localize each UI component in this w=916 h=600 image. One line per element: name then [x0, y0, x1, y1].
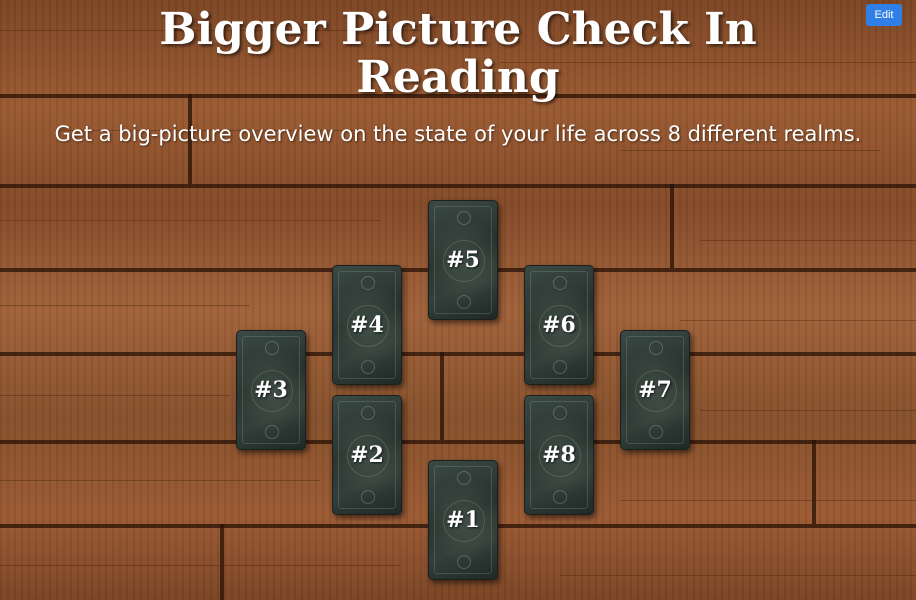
- card-label: #6: [542, 312, 576, 338]
- card-ornament-icon: [457, 471, 471, 485]
- card-ornament-icon: [457, 295, 471, 309]
- tarot-card-2[interactable]: #2: [332, 395, 402, 515]
- page-subtitle-text: Get a big-picture overview on the state …: [54, 122, 862, 146]
- card-label: #5: [446, 247, 480, 273]
- page-title-text: Bigger Picture Check In Reading: [159, 4, 757, 103]
- tarot-card-4[interactable]: #4: [332, 265, 402, 385]
- card-label: #8: [542, 442, 576, 468]
- card-ornament-icon: [361, 360, 375, 374]
- card-ornament-icon: [553, 406, 567, 420]
- card-label: #4: [350, 312, 384, 338]
- page-title: Bigger Picture Check In Reading: [0, 6, 916, 102]
- card-ornament-icon: [265, 341, 279, 355]
- card-ornament-icon: [457, 555, 471, 569]
- card-ornament-icon: [361, 490, 375, 504]
- tarot-card-6[interactable]: #6: [524, 265, 594, 385]
- tarot-card-3[interactable]: #3: [236, 330, 306, 450]
- card-label: #7: [638, 377, 672, 403]
- card-label: #3: [254, 377, 288, 403]
- card-ornament-icon: [649, 341, 663, 355]
- card-ornament-icon: [553, 490, 567, 504]
- page-subtitle: Get a big-picture overview on the state …: [0, 120, 916, 148]
- edit-button[interactable]: Edit: [866, 4, 902, 26]
- card-ornament-icon: [361, 276, 375, 290]
- tarot-card-5[interactable]: #5: [428, 200, 498, 320]
- tarot-card-8[interactable]: #8: [524, 395, 594, 515]
- card-ornament-icon: [649, 425, 663, 439]
- tarot-card-1[interactable]: #1: [428, 460, 498, 580]
- card-ornament-icon: [457, 211, 471, 225]
- tarot-card-7[interactable]: #7: [620, 330, 690, 450]
- card-ornament-icon: [361, 406, 375, 420]
- card-label: #1: [446, 507, 480, 533]
- card-ornament-icon: [553, 360, 567, 374]
- card-ornament-icon: [553, 276, 567, 290]
- card-ornament-icon: [265, 425, 279, 439]
- card-label: #2: [350, 442, 384, 468]
